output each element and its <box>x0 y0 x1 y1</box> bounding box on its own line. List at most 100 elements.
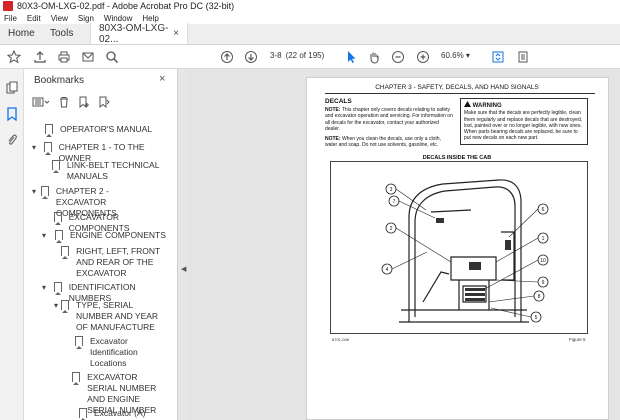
warning-icon <box>464 101 471 107</box>
tab-document[interactable]: 80X3-OM-LXG-02... × <box>90 22 188 45</box>
bookmark-label: Excavator (A) <box>94 408 146 418</box>
print-icon[interactable] <box>56 49 72 65</box>
pdf-page: CHAPTER 3 - SAFETY, DECALS, AND HAND SIG… <box>306 77 609 420</box>
bookmark-icon <box>53 282 62 295</box>
note-label: NOTE: <box>325 136 341 143</box>
page-current[interactable]: 3-8 <box>270 51 282 60</box>
bookmark-label: LINK-BELT TECHNICAL MANUALS <box>66 160 160 181</box>
fit-page-icon[interactable] <box>490 49 506 65</box>
tab-tools-label: Tools <box>50 28 74 39</box>
new-bookmark-icon[interactable] <box>78 96 90 111</box>
bookmark-item[interactable]: ▾ TYPE, SERIAL NUMBER AND YEAR OF MANUFA… <box>54 300 166 333</box>
options-menu-icon[interactable] <box>32 96 50 111</box>
collapse-toggle-icon[interactable]: ▾ <box>32 186 38 197</box>
collapse-toggle-icon[interactable]: ▾ <box>42 230 52 241</box>
header-rule <box>325 93 595 94</box>
note-text: When you clean the decals, use only a cl… <box>325 136 441 149</box>
callout-3: 3 <box>390 187 393 193</box>
menu-sign[interactable]: Sign <box>78 14 94 23</box>
chapter-header: CHAPTER 3 - SAFETY, DECALS, AND HAND SIG… <box>375 84 539 91</box>
note-label: NOTE: <box>325 107 341 113</box>
prev-page-icon[interactable] <box>219 49 235 65</box>
bookmark-icon <box>61 300 70 313</box>
bookmarks-header: Bookmarks <box>34 75 85 86</box>
bookmark-label: Excavator Identification Locations <box>90 336 138 368</box>
bookmark-item[interactable]: OPERATOR'S MANUAL <box>32 124 162 137</box>
bookmark-panel-icon[interactable] <box>5 107 19 121</box>
zoom-level[interactable]: 60.6% ▾ <box>441 51 470 60</box>
menu-help[interactable]: Help <box>142 14 158 23</box>
bookmark-icon <box>43 142 52 155</box>
bookmark-icon <box>79 408 87 420</box>
menu-file[interactable]: File <box>4 14 17 23</box>
notes-block: NOTE: This chapter only covers decals re… <box>325 107 453 149</box>
bookmark-icon <box>45 124 53 137</box>
bookmark-label: TYPE, SERIAL NUMBER AND YEAR OF MANUFACT… <box>76 300 159 332</box>
menu-window[interactable]: Window <box>104 14 132 23</box>
page-indicator[interactable]: 3-8 (22 of 195) <box>270 51 324 60</box>
figure-number: Figure 5 <box>569 337 586 342</box>
hand-icon[interactable] <box>366 49 382 65</box>
tab-bar: Home Tools 80X3-OM-LXG-02... × <box>0 22 620 45</box>
upload-icon[interactable] <box>32 49 48 65</box>
panel-splitter[interactable]: ◀ <box>177 69 190 420</box>
bookmark-icon <box>72 372 81 385</box>
callout-4: 4 <box>386 267 389 273</box>
section-heading: DECALS <box>325 98 352 105</box>
zoom-out-icon[interactable] <box>390 49 406 65</box>
tab-tools[interactable]: Tools <box>42 23 90 44</box>
scroll-mode-icon[interactable] <box>515 49 531 65</box>
bookmark-item[interactable]: RIGHT, LEFT, FRONT AND REAR OF THE EXCAV… <box>54 246 166 279</box>
bookmarks-panel: Bookmarks × OPERATOR'S MANUAL ▾ CHAPTER … <box>24 69 199 420</box>
menu-edit[interactable]: Edit <box>27 14 41 23</box>
callout-8: 8 <box>538 294 541 300</box>
bookmark-icon <box>61 246 70 259</box>
callout-2: 2 <box>390 226 393 232</box>
menu-view[interactable]: View <box>51 14 68 23</box>
bookmarks-toolbar <box>32 96 110 111</box>
cab-decals-figure: 3 7 2 4 6 1 10 9 8 5 <box>330 161 588 334</box>
note-paragraph: NOTE: This chapter only covers decals re… <box>325 107 453 132</box>
delete-icon[interactable] <box>58 96 70 111</box>
toolbar: 3-8 (22 of 195) 60.6% ▾ <box>0 45 620 69</box>
bookmark-item[interactable]: ▾ ENGINE COMPONENTS <box>42 230 166 243</box>
collapse-toggle-icon[interactable]: ▾ <box>54 300 58 311</box>
note-paragraph: NOTE: When you clean the decals, use onl… <box>325 136 453 149</box>
mail-icon[interactable] <box>80 49 96 65</box>
attachments-icon[interactable] <box>5 133 19 147</box>
collapse-toggle-icon[interactable]: ▾ <box>42 282 51 293</box>
close-icon[interactable]: × <box>159 73 165 85</box>
bookmark-icon <box>40 186 49 199</box>
bookmark-item[interactable]: Excavator Identification Locations <box>66 336 166 369</box>
document-viewer: CHAPTER 3 - SAFETY, DECALS, AND HAND SIG… <box>190 69 620 420</box>
cab-illustration: 3 7 2 4 6 1 10 9 8 5 <box>381 179 549 323</box>
bookmark-label: OPERATOR'S MANUAL <box>60 124 152 134</box>
warning-text: Make sure that the decals are perfectly … <box>464 110 583 142</box>
bookmark-item[interactable]: LINK-BELT TECHNICAL MANUALS <box>42 160 160 182</box>
bookmark-icon <box>51 160 60 173</box>
bookmark-label: ENGINE COMPONENTS <box>70 230 166 240</box>
callout-1: 1 <box>542 236 545 242</box>
bookmark-icon <box>55 230 63 243</box>
tab-document-label: 80X3-OM-LXG-02... <box>99 22 169 45</box>
warning-title: WARNING <box>464 101 584 109</box>
next-page-icon[interactable] <box>243 49 259 65</box>
callout-5: 5 <box>535 315 538 321</box>
collapse-panel-icon[interactable]: ◀ <box>181 265 186 273</box>
callout-6: 6 <box>542 207 545 213</box>
tab-home[interactable]: Home <box>0 23 42 44</box>
tab-home-label: Home <box>8 28 35 39</box>
page-thumbnails-icon[interactable] <box>5 81 19 95</box>
warning-title-text: WARNING <box>472 103 502 109</box>
bookmark-item[interactable]: Excavator (A) <box>66 408 166 420</box>
title-bar: 80X3-OM-LXG-02.pdf - Adobe Acrobat Pro D… <box>0 0 620 12</box>
expand-bookmark-icon[interactable] <box>98 96 110 111</box>
search-icon[interactable] <box>104 49 120 65</box>
zoom-in-icon[interactable] <box>415 49 431 65</box>
close-tab-icon[interactable]: × <box>173 28 179 39</box>
collapse-toggle-icon[interactable]: ▾ <box>32 142 41 153</box>
window-title: 80X3-OM-LXG-02.pdf - Adobe Acrobat Pro D… <box>17 1 235 11</box>
note-text: This chapter only covers decals relating… <box>325 107 453 132</box>
select-cursor-icon[interactable] <box>343 49 359 65</box>
star-icon[interactable] <box>6 49 22 65</box>
